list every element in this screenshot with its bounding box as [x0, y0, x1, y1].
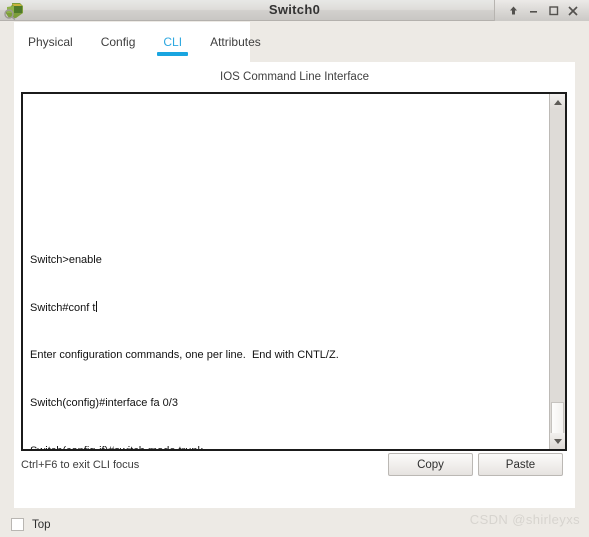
- scrollbar-track[interactable]: [550, 110, 565, 442]
- tab-strip: Physical Config CLI Attributes: [0, 22, 589, 62]
- tab-physical-label: Physical: [28, 35, 73, 49]
- cli-focus-hint: Ctrl+F6 to exit CLI focus: [21, 459, 140, 471]
- window-controls: [494, 0, 589, 21]
- tab-cli[interactable]: CLI: [149, 22, 196, 62]
- terminal-line-text: Switch#conf t: [30, 301, 96, 314]
- tab-config-label: Config: [100, 35, 136, 49]
- paste-button[interactable]: Paste: [478, 453, 563, 476]
- scroll-down-button[interactable]: [550, 433, 565, 449]
- terminal-container: Switch>enable Switch#conf t Enter config…: [21, 92, 567, 451]
- restore-up-button[interactable]: [503, 1, 523, 20]
- top-checkbox-row[interactable]: Top: [11, 518, 51, 531]
- terminal-line: Switch(config)#interface fa 0/3: [30, 396, 178, 409]
- tab-attributes[interactable]: Attributes: [196, 22, 275, 62]
- minimize-button[interactable]: [523, 1, 543, 20]
- tab-physical[interactable]: Physical: [14, 22, 87, 62]
- active-tab-underline: [157, 52, 189, 56]
- terminal-line: Switch>enable: [30, 253, 102, 266]
- tab-cli-label: CLI: [163, 35, 183, 49]
- copy-button[interactable]: Copy: [388, 453, 473, 476]
- scroll-down-arrow-icon: [553, 438, 562, 444]
- terminal-line-with-caret: Switch#conf t: [30, 300, 547, 317]
- close-button[interactable]: [563, 1, 583, 20]
- maximize-button[interactable]: [543, 1, 563, 20]
- terminal-line: Switch(config-if)#switch mode trunk: [30, 444, 547, 449]
- scroll-up-button[interactable]: [550, 94, 565, 110]
- scroll-up-arrow-icon: [553, 99, 562, 105]
- window-title-bar[interactable]: Switch0: [0, 0, 589, 21]
- terminal-scrollbar[interactable]: [549, 94, 565, 449]
- top-checkbox[interactable]: [11, 518, 24, 531]
- cli-terminal-output[interactable]: Switch>enable Switch#conf t Enter config…: [23, 94, 549, 449]
- panel-heading: IOS Command Line Interface: [220, 71, 369, 83]
- cli-panel: IOS Command Line Interface Switch>enable…: [14, 62, 575, 508]
- tab-attributes-label: Attributes: [210, 35, 261, 49]
- text-cursor: [96, 300, 98, 312]
- terminal-line: Enter configuration commands, one per li…: [30, 349, 339, 362]
- terminal-lines: Switch>enable Switch#conf t Enter config…: [30, 221, 547, 449]
- top-checkbox-label: Top: [32, 518, 51, 531]
- watermark: CSDN @shirleyxs: [469, 512, 580, 527]
- tab-list: Physical Config CLI Attributes: [14, 22, 275, 62]
- tab-config[interactable]: Config: [87, 22, 150, 62]
